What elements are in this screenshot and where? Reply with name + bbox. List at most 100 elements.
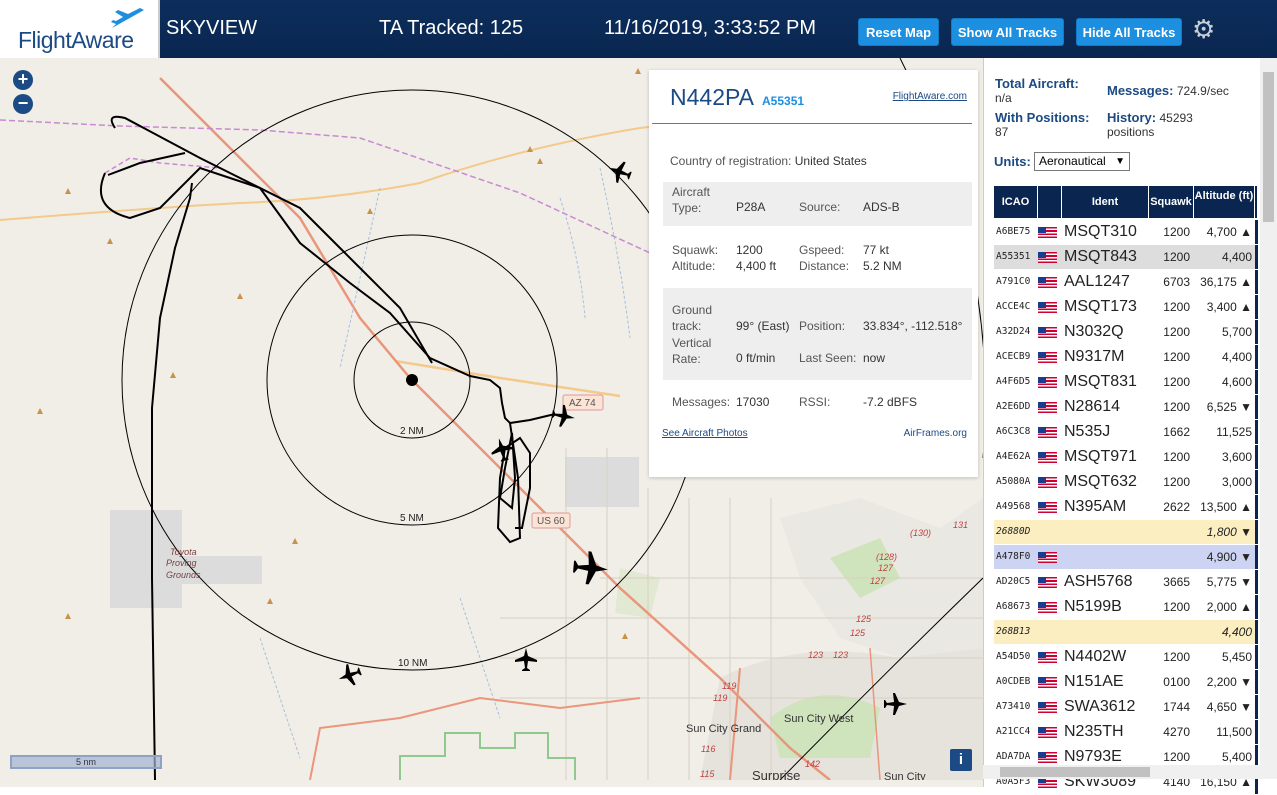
table-row[interactable]: A55351 MSQT843 1200 4,400 [994,245,1258,270]
cell-icao: 268B13 [996,626,1031,637]
cell-icao: A68673 [996,601,1031,612]
ring-label: 10 NM [398,658,427,669]
cell-squawk: 2622 [1163,500,1190,514]
cell-end [1255,520,1258,544]
cell-squawk: 1200 [1163,350,1190,364]
cell-squawk: 1200 [1163,650,1190,664]
top-bar: FlightAware SKYVIEW TA Tracked: 125 11/1… [0,0,1277,58]
table-row[interactable]: A6BE75 MSQT310 1200 4,700 ▲ [994,220,1258,245]
aircraft-type-value: P28A [736,200,766,214]
table-row[interactable]: A68673 N5199B 1200 2,000 ▲ [994,595,1258,620]
cell-icao: A6BE75 [996,226,1031,237]
us-flag-icon [1038,652,1057,663]
cell-altitude: 4,700 ▲ [1206,225,1252,239]
aircraft-registration: N442PA [670,84,754,110]
cell-altitude: 2,200 ▼ [1206,675,1252,689]
table-row[interactable]: A49568 N395AM 2622 13,500 ▲ [994,495,1258,520]
cell-end [1255,420,1258,444]
cell-icao: A54D50 [996,651,1031,662]
cell-ident: N395AM [1064,498,1127,515]
table-row[interactable]: A2E6DD N28614 1200 6,525 ▼ [994,395,1258,420]
cell-altitude: 4,900 ▼ [1206,550,1252,564]
zoom-in-button[interactable]: + [13,70,33,90]
cell-ident: N5199B [1064,598,1122,615]
cell-end [1255,645,1258,669]
us-flag-icon [1038,402,1057,413]
us-flag-icon [1038,477,1057,488]
cell-altitude: 5,450 [1221,650,1252,664]
table-row[interactable]: A4E62A MSQT971 1200 3,600 [994,445,1258,470]
cell-squawk: 1200 [1163,475,1190,489]
horizontal-scroll-thumb[interactable] [1000,767,1150,777]
us-flag-icon [1038,377,1057,388]
table-row[interactable]: A4F6D5 MSQT831 1200 4,600 [994,370,1258,395]
show-all-tracks-button[interactable]: Show All Tracks [951,18,1064,46]
route-number: (130) [910,528,931,538]
cell-ident: MSQT971 [1064,448,1137,465]
table-row[interactable]: 26880D 1,800 ▼ [994,520,1258,545]
route-number: 142 [805,759,820,769]
table-row[interactable]: A791C0 AAL1247 6703 36,175 ▲ [994,270,1258,295]
cell-end [1255,370,1258,394]
table-row[interactable]: A478F0 4,900 ▼ [994,545,1258,570]
gspeed-value: 77 kt [863,243,890,257]
aircraft-icao[interactable]: A55351 [762,94,804,108]
cell-end [1255,670,1258,694]
route-number: 125 [850,628,866,638]
total-aircraft-stat: Total Aircraft: n/a [995,76,1079,105]
table-row[interactable]: AD20C5 ASH5768 3665 5,775 ▼ [994,570,1258,595]
with-positions-stat: With Positions: 87 [995,110,1090,139]
history-stat: History: 45293 positions [1107,110,1237,139]
cell-flag [1038,370,1062,394]
route-number: 127 [870,576,886,586]
units-label: Units: [994,154,1031,169]
clock: 11/16/2019, 3:33:52 PM [604,17,817,39]
reset-map-button[interactable]: Reset Map [858,18,939,46]
cell-flag [1038,270,1062,294]
table-row[interactable]: A21CC4 N235TH 4270 11,500 [994,720,1258,745]
cell-squawk [1149,620,1194,644]
table-row[interactable]: ACCE4C MSQT173 1200 3,400 ▲ [994,295,1258,320]
cell-ident: N28614 [1064,398,1121,415]
cell-end [1255,395,1258,419]
route-number: 123 [833,650,848,660]
table-row[interactable]: A0CDEB N151AE 0100 2,200 ▼ [994,670,1258,695]
table-header: ICAO Ident Squawk Altitude (ft) [994,186,1258,218]
cell-altitude: 4,600 [1221,375,1252,389]
vertical-scroll-thumb[interactable] [1263,72,1274,222]
gear-icon[interactable]: ⚙ [1192,14,1215,45]
cell-ident: MSQT831 [1064,373,1137,390]
flightaware-logo[interactable]: FlightAware [0,0,160,58]
table-row[interactable]: A73410 SWA3612 1744 4,650 ▼ [994,695,1258,720]
cell-icao: A4F6D5 [996,376,1031,387]
flightaware-link[interactable]: FlightAware.com [893,91,967,102]
aircraft-photos-link[interactable]: See Aircraft Photos [662,428,748,439]
site-name: SKYVIEW [166,17,258,39]
vertical-rate-value: 0 ft/min [736,351,776,365]
units-select[interactable]: Aeronautical ▼ [1034,152,1130,171]
road-label: AZ 74 [569,398,596,409]
column-header-ident[interactable]: Ident [1062,186,1149,218]
cell-ident: N9317M [1064,348,1125,365]
hide-all-tracks-button[interactable]: Hide All Tracks [1076,18,1182,46]
altitude-value: 4,400 ft [736,259,777,273]
column-header-icao[interactable]: ICAO [994,186,1038,218]
table-row[interactable]: A32D24 N3032Q 1200 5,700 [994,320,1258,345]
column-header-altitude[interactable]: Altitude (ft) [1194,186,1255,218]
cell-icao: ACECB9 [996,351,1031,362]
column-header-squawk[interactable]: Squawk [1149,186,1194,218]
table-row[interactable]: ACECB9 N9317M 1200 4,400 [994,345,1258,370]
zoom-out-button[interactable]: − [13,94,33,114]
column-header-flag[interactable] [1038,186,1062,218]
table-row[interactable]: A5080A MSQT632 1200 3,000 [994,470,1258,495]
aircraft-icon [515,648,537,671]
airframes-link[interactable]: AirFrames.org [904,428,967,439]
place-label: Surprise [752,768,800,780]
position-value: 33.834°, -112.518° [863,319,963,333]
map-info-button[interactable]: i [950,749,972,771]
table-row[interactable]: A6C3C8 N535J 1662 11,525 [994,420,1258,445]
table-row[interactable]: A54D50 N4402W 1200 5,450 [994,645,1258,670]
place-label: Sun City Grand [686,723,761,735]
cell-icao: A6C3C8 [996,426,1031,437]
table-row[interactable]: 268B13 4,400 [994,620,1258,645]
